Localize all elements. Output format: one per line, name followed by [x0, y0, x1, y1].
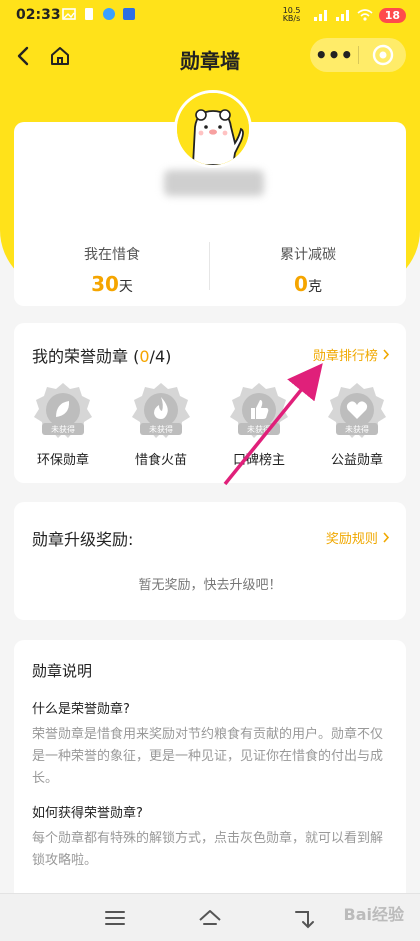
close-mini-program-button[interactable]: [359, 44, 406, 66]
badge-charity-tag: 未获得: [345, 424, 369, 434]
stat-carbon-unit: 克: [307, 279, 322, 295]
badges-title: 我的荣誉勋章: [32, 347, 129, 366]
badge-flame-label: 惜食火苗: [134, 453, 187, 468]
status-right: 10.5 KB/s 18: [283, 7, 406, 23]
chevron-right-icon: [383, 532, 390, 543]
answer-what: 荣誉勋章是惜食用来奖励对节约粮食有贡献的用户。勋章不仅是一种荣誉的象征，更是一种…: [32, 727, 384, 786]
question-how: 如何获得荣誉勋章?: [32, 806, 143, 821]
stat-days-unit: 天: [118, 279, 133, 295]
badge-charity[interactable]: 未获得 公益勋章: [308, 381, 406, 468]
browser-icon: [103, 8, 115, 20]
menu-icon[interactable]: [102, 906, 128, 930]
question-what: 什么是荣誉勋章?: [32, 702, 130, 717]
navigation-bar: 勋章墙 •••: [0, 34, 420, 78]
badge-reputation-label: 口碑榜主: [232, 453, 285, 468]
stat-days-label: 我在惜食: [84, 247, 140, 263]
badges-title-row: 我的荣誉勋章 (0/4): [32, 343, 171, 367]
thumbs-up-icon: 未获得: [228, 381, 290, 443]
badge-charity-label: 公益勋章: [330, 453, 383, 468]
network-speed: 10.5 KB/s: [282, 6, 301, 23]
badge-eco[interactable]: 未获得 环保勋章: [14, 381, 112, 468]
badge-eco-label: 环保勋章: [36, 453, 89, 468]
badge-list: 未获得 环保勋章 未获得 惜食火苗 未获得 口碑榜主 未获得 公益勋章: [14, 381, 406, 468]
wifi-icon: [357, 9, 373, 21]
image-icon: [62, 8, 76, 20]
mini-program-capsule: •••: [310, 38, 406, 72]
badge-flame-tag: 未获得: [149, 424, 173, 434]
answer-how: 每个勋章都有特殊的解锁方式，点击灰色勋章，就可以看到解锁攻略啦。: [32, 831, 384, 868]
stat-carbon-value-row: 0克: [210, 272, 406, 296]
badge-reputation-tag: 未获得: [247, 424, 271, 434]
description-title: 勋章说明: [32, 662, 93, 680]
badges-count-have: 0: [139, 347, 150, 366]
leaf-icon: 未获得: [32, 381, 94, 443]
system-navigation-bar: Bai经验: [0, 893, 420, 941]
polar-bear-avatar-icon: [177, 93, 249, 165]
badge-description-card: 勋章说明 什么是荣誉勋章? 荣誉勋章是惜食用来奖励对节约粮食有贡献的用户。勋章不…: [14, 640, 406, 910]
avatar[interactable]: [174, 90, 252, 168]
signal-icon-2: [335, 10, 349, 21]
target-icon: [372, 44, 393, 66]
back-button-icon[interactable]: [290, 906, 316, 930]
translate-icon: [123, 8, 135, 20]
reward-rules-link[interactable]: 奖励规则: [326, 528, 390, 547]
more-options-button[interactable]: •••: [310, 38, 358, 72]
badge-flame[interactable]: 未获得 惜食火苗: [112, 381, 210, 468]
battery-indicator: 18: [378, 7, 406, 23]
sim-icon: [85, 8, 93, 20]
badge-ranking-link[interactable]: 勋章排行榜: [313, 345, 390, 364]
home-button-icon[interactable]: [197, 906, 223, 930]
watermark: Bai经验: [343, 905, 404, 924]
reward-title: 勋章升级奖励:: [32, 530, 134, 549]
badge-eco-tag: 未获得: [51, 424, 75, 434]
badges-count-total: /4): [149, 347, 172, 366]
badge-ranking-label: 勋章排行榜: [312, 349, 378, 364]
badge-reputation[interactable]: 未获得 口碑榜主: [210, 381, 308, 468]
honor-badges-card: 我的荣誉勋章 (0/4) 勋章排行榜 未获得 环保勋章 未获得 惜食火苗 未获得…: [14, 323, 406, 483]
signal-icon: [313, 10, 327, 21]
flame-icon: 未获得: [130, 381, 192, 443]
stat-days-value-row: 30天: [14, 272, 210, 296]
stat-carbon: 累计减碳 0克: [210, 244, 406, 296]
status-bar: 02:33 10.5 KB/s 18: [0, 0, 420, 30]
username-blurred: [164, 170, 264, 196]
stat-carbon-value: 0: [294, 272, 308, 296]
stat-days: 我在惜食 30天: [14, 244, 210, 296]
status-time: 02:33: [16, 7, 61, 23]
badge-reward-card: 勋章升级奖励: 奖励规则 暂无奖励，快去升级吧！: [14, 502, 406, 620]
stat-carbon-label: 累计减碳: [280, 247, 336, 263]
reward-empty-message: 暂无奖励，快去升级吧！: [138, 578, 282, 593]
stat-days-value: 30: [91, 272, 119, 296]
status-notification-icons: [62, 7, 136, 21]
reward-rules-label: 奖励规则: [325, 532, 378, 547]
chevron-right-icon: [383, 349, 390, 360]
heart-icon: 未获得: [326, 381, 388, 443]
